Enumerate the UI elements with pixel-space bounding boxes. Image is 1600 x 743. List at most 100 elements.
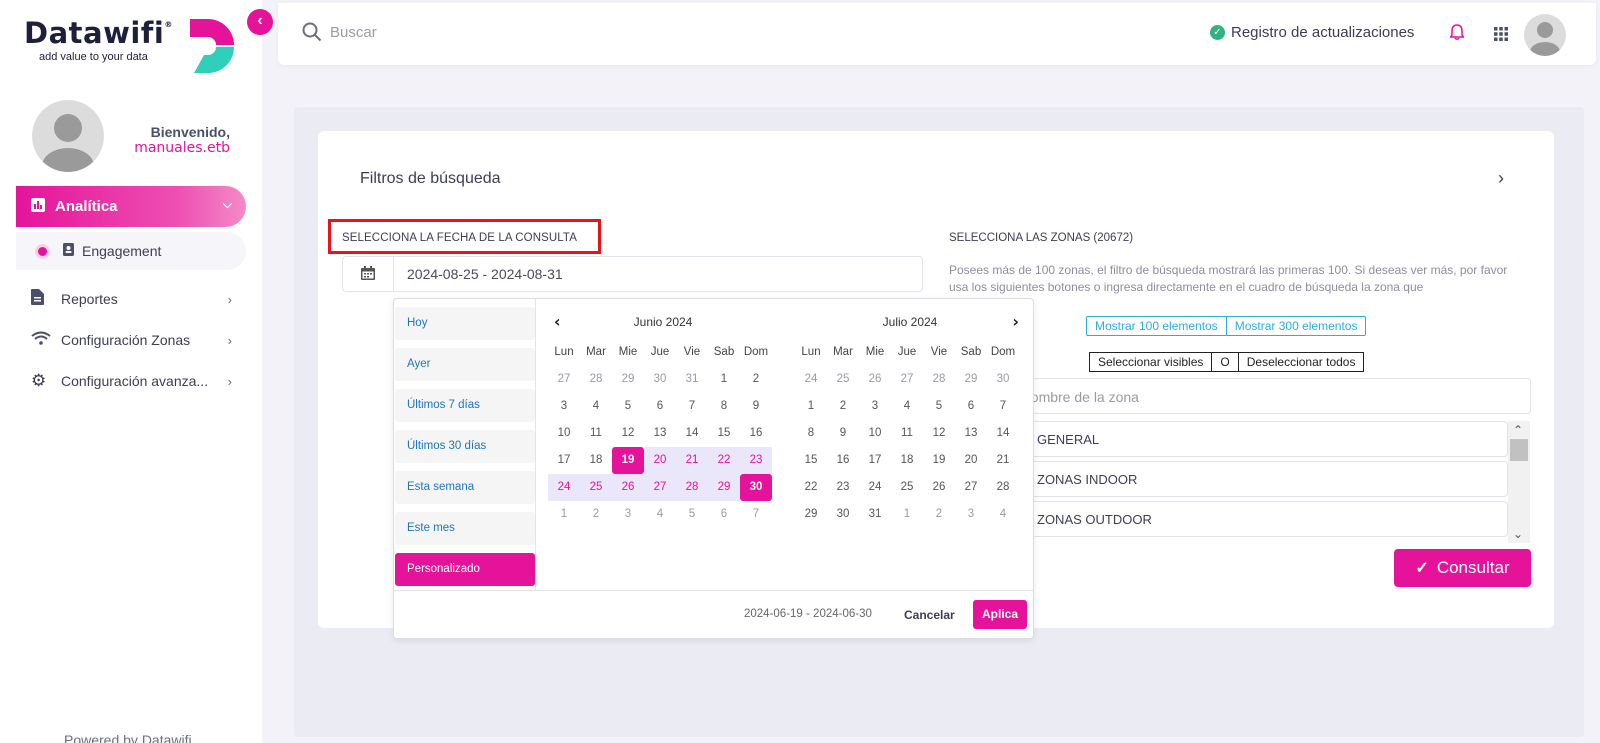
calendar-day[interactable]: 29 [955,366,987,393]
calendar-day[interactable]: 25 [891,474,923,501]
calendar-day[interactable]: 20 [955,447,987,474]
calendar-day[interactable]: 1 [708,366,740,393]
cancel-button[interactable]: Cancelar [904,608,955,622]
calendar-day[interactable]: 21 [676,447,708,474]
calendar-day[interactable]: 18 [891,447,923,474]
calendar-day[interactable]: 25 [827,366,859,393]
calendar-day[interactable]: 28 [580,366,612,393]
calendar-day[interactable]: 11 [891,420,923,447]
calendar-day[interactable]: 17 [859,447,891,474]
calendar-day[interactable]: 10 [548,420,580,447]
calendar-day[interactable]: 21 [987,447,1019,474]
calendar-day[interactable]: 10 [859,420,891,447]
calendar-day[interactable]: 19 [612,447,644,474]
calendar-day[interactable]: 24 [795,366,827,393]
sidebar-item-configuracion-avanzada[interactable]: ⚙ Configuración avanza... › [16,361,246,401]
sidebar-item-configuracion-zonas[interactable]: Configuración Zonas › [16,320,246,360]
deselect-all-button[interactable]: Deseleccionar todos [1238,352,1365,372]
range-custom[interactable]: Personalizado [395,553,535,586]
calendar-day[interactable]: 26 [923,474,955,501]
calendar-day[interactable]: 13 [955,420,987,447]
bell-icon[interactable] [1450,24,1464,40]
calendar-day[interactable]: 30 [740,474,772,501]
show-300-button[interactable]: Mostrar 300 elementos [1225,317,1366,335]
calendar-day[interactable]: 5 [923,393,955,420]
calendar-day[interactable]: 31 [676,366,708,393]
calendar-day[interactable]: 23 [827,474,859,501]
calendar-day[interactable]: 15 [708,420,740,447]
calendar-day[interactable]: 29 [612,366,644,393]
calendar-day[interactable]: 7 [740,501,772,528]
zone-list-scrollbar[interactable]: ⌃ ⌄ [1508,421,1530,543]
calendar-day[interactable]: 27 [955,474,987,501]
calendar-day[interactable]: 22 [795,474,827,501]
calendar-day[interactable]: 18 [580,447,612,474]
chevron-right-icon[interactable]: › [1498,168,1504,189]
user-avatar[interactable] [32,100,104,172]
select-visible-button[interactable]: Seleccionar visibles [1089,352,1213,372]
range-last-30-days[interactable]: Últimos 30 días [395,430,535,463]
apps-grid-icon[interactable] [1494,27,1508,41]
sidebar-item-analitica[interactable]: Analítica ⌵ [16,186,246,227]
calendar-day[interactable]: 16 [827,447,859,474]
calendar-day[interactable]: 30 [644,366,676,393]
calendar-day[interactable]: 11 [580,420,612,447]
calendar-day[interactable]: 28 [676,474,708,501]
consultar-button[interactable]: ✓ Consultar [1394,549,1531,587]
sidebar-item-engagement[interactable]: Engagement [16,232,246,270]
calendar-day[interactable]: 13 [644,420,676,447]
calendar-day[interactable]: 4 [644,501,676,528]
scroll-down-icon[interactable]: ⌄ [1513,527,1523,541]
calendar-day[interactable]: 20 [644,447,676,474]
apply-button[interactable]: Aplica [973,600,1027,629]
search-input[interactable]: Buscar [330,24,377,41]
zone-item-general[interactable]: GENERAL [1000,421,1508,457]
calendar-day[interactable]: 12 [923,420,955,447]
calendar-day[interactable]: 9 [740,393,772,420]
updates-log-link[interactable]: ✓ Registro de actualizaciones [1210,24,1414,41]
zone-item-indoor[interactable]: ZONAS INDOOR [1000,461,1508,497]
calendar-day[interactable]: 25 [580,474,612,501]
zone-item-outdoor[interactable]: ZONAS OUTDOOR [1000,501,1508,537]
range-this-week[interactable]: Esta semana [395,471,535,504]
calendar-day[interactable]: 28 [987,474,1019,501]
zone-search-input[interactable]: hombre de la zona [1000,378,1531,414]
calendar-day[interactable]: 4 [580,393,612,420]
calendar-day[interactable]: 8 [795,420,827,447]
header-avatar[interactable] [1524,14,1566,56]
calendar-day[interactable]: 3 [955,501,987,528]
calendar-day[interactable]: 19 [923,447,955,474]
calendar-day[interactable]: 8 [708,393,740,420]
calendar-day[interactable]: 7 [676,393,708,420]
calendar-day[interactable]: 31 [859,501,891,528]
calendar-day[interactable]: 5 [676,501,708,528]
date-range-input[interactable]: 2024-08-25 - 2024-08-31 [342,256,923,292]
calendar-day[interactable]: 17 [548,447,580,474]
range-this-month[interactable]: Este mes [395,512,535,545]
next-month-icon[interactable]: › [1012,312,1019,331]
collapse-sidebar-button[interactable]: ‹ [247,9,273,35]
show-100-button[interactable]: Mostrar 100 elementos [1087,317,1226,335]
calendar-day[interactable]: 5 [612,393,644,420]
calendar-day[interactable]: 14 [987,420,1019,447]
calendar-day[interactable]: 2 [923,501,955,528]
calendar-day[interactable]: 14 [676,420,708,447]
calendar-day[interactable]: 1 [891,501,923,528]
calendar-day[interactable]: 3 [859,393,891,420]
calendar-day[interactable]: 15 [795,447,827,474]
scroll-up-icon[interactable]: ⌃ [1513,423,1523,437]
range-last-7-days[interactable]: Últimos 7 días [395,389,535,422]
calendar-day[interactable]: 1 [795,393,827,420]
calendar-day[interactable]: 27 [891,366,923,393]
calendar-day[interactable]: 22 [708,447,740,474]
range-ayer[interactable]: Ayer [395,348,535,381]
scroll-thumb[interactable] [1510,439,1528,461]
calendar-day[interactable]: 26 [859,366,891,393]
calendar-day[interactable]: 2 [580,501,612,528]
calendar-day[interactable]: 7 [987,393,1019,420]
calendar-day[interactable]: 4 [987,501,1019,528]
calendar-day[interactable]: 29 [708,474,740,501]
calendar-day[interactable]: 6 [644,393,676,420]
calendar-day[interactable]: 27 [644,474,676,501]
calendar-day[interactable]: 24 [548,474,580,501]
